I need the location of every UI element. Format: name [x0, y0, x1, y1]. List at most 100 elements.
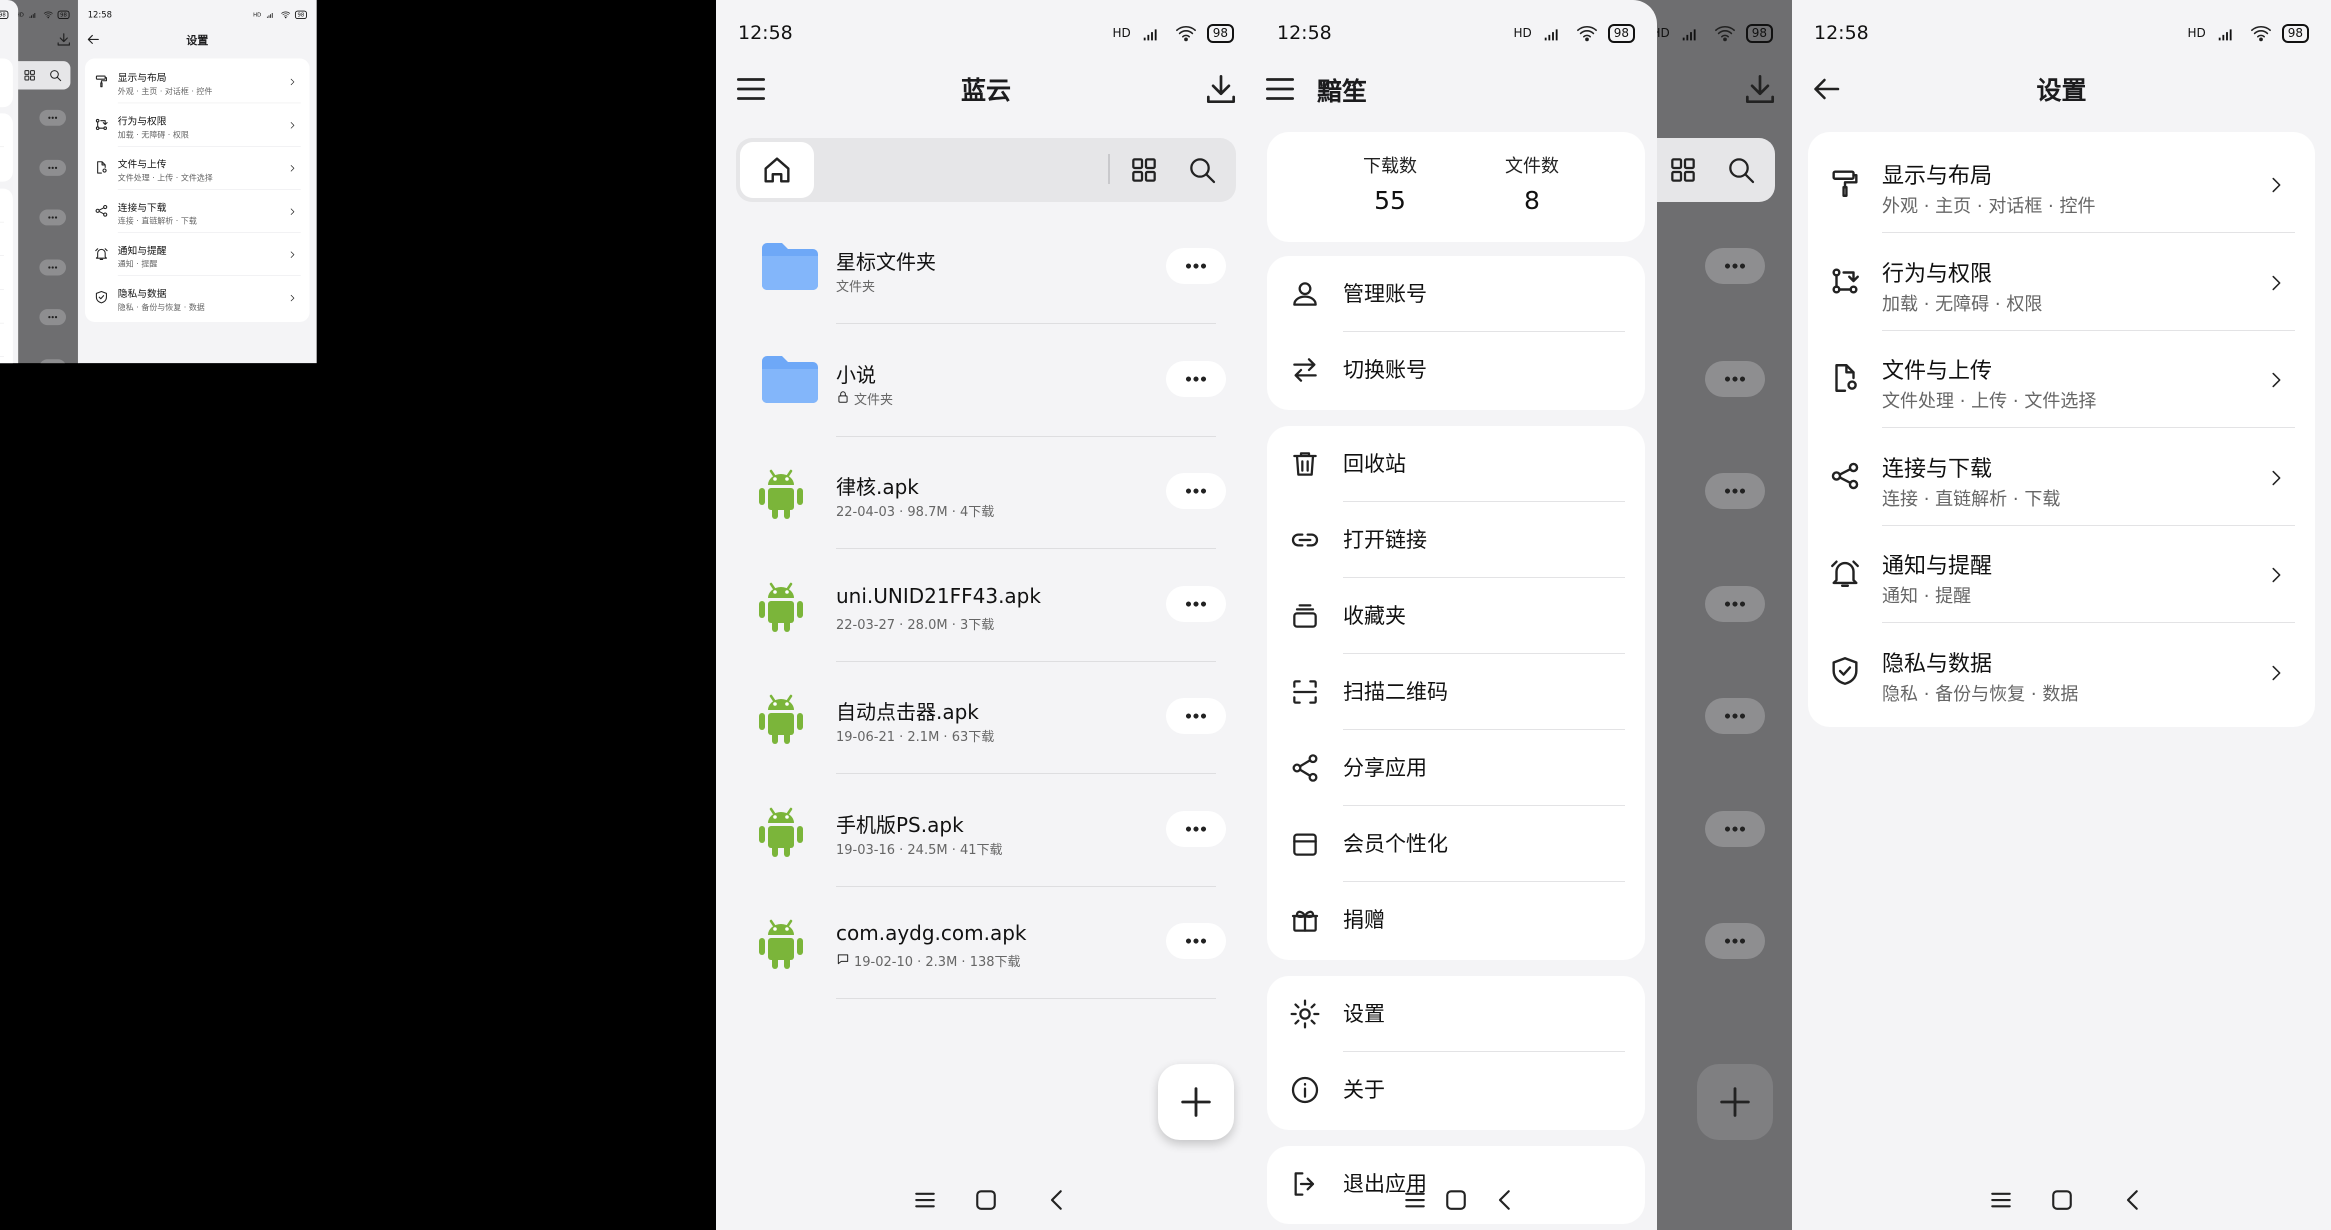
- drawer-item[interactable]: 管理账号: [1267, 256, 1645, 332]
- signal-icon: [1544, 29, 1558, 41]
- system-nav-bar: [1255, 1170, 1657, 1230]
- more-button[interactable]: [1166, 923, 1226, 959]
- grid-icon[interactable]: [1667, 154, 1699, 186]
- drawer-item[interactable]: 打开链接: [1267, 502, 1645, 578]
- battery-level: 98: [1607, 23, 1635, 43]
- settings-row-title: 文件与上传: [1882, 359, 1993, 384]
- android-apk-icon: [759, 582, 803, 632]
- grid-icon[interactable]: [1128, 154, 1160, 186]
- drawer-item[interactable]: 扫描二维码: [1267, 654, 1645, 730]
- file-meta: 19-02-10 · 2.3M · 138下载: [836, 951, 1021, 970]
- nav-menu-icon[interactable]: [1986, 1185, 2016, 1215]
- scan-icon: [1293, 680, 1317, 704]
- file-list-item[interactable]: 律核.apk 22-04-03 · 98.7M · 4下载: [746, 437, 1226, 549]
- nav-menu-icon[interactable]: [1400, 1185, 1430, 1215]
- drawer-item[interactable]: 捐赠: [1267, 882, 1645, 958]
- signal-icon: [1143, 29, 1157, 41]
- drawer-item[interactable]: 分享应用: [1267, 730, 1645, 806]
- android-apk-icon: [759, 919, 803, 969]
- more-button[interactable]: [1166, 360, 1226, 397]
- settings-row[interactable]: 文件与上传文件处理 · 上传 · 文件选择: [1808, 331, 2315, 428]
- nav-back-icon[interactable]: [1042, 1185, 1072, 1215]
- drawer-item[interactable]: 关于: [1267, 1052, 1645, 1128]
- more-button[interactable]: [1705, 585, 1765, 622]
- drawer-item[interactable]: 切换账号: [1267, 332, 1645, 408]
- stats-card: 下载数 55 文件数 8: [1267, 132, 1645, 242]
- settings-row[interactable]: 通知与提醒 通知 · 提醒: [1808, 526, 2315, 623]
- status-icons: HD 98: [2187, 22, 2309, 44]
- drawer-item[interactable]: 会员个性化: [1267, 806, 1645, 882]
- stat-label: 下载数: [1363, 156, 1417, 177]
- nav-back-icon[interactable]: [2118, 1185, 2148, 1215]
- collection-icon: [1293, 604, 1317, 628]
- file-gear-icon: [1835, 364, 1857, 392]
- more-button[interactable]: [1166, 698, 1226, 734]
- more-icon: [1724, 938, 1746, 944]
- more-button[interactable]: [1166, 585, 1226, 622]
- home-button[interactable]: [740, 142, 814, 198]
- nav-menu-icon[interactable]: [910, 1185, 940, 1215]
- file-list-item[interactable]: uni.UNID21FF43.apk 22-03-27 · 28.0M · 3下载: [746, 550, 1226, 662]
- nav-home-icon[interactable]: [971, 1185, 1001, 1215]
- file-list-item[interactable]: 手机版PS.apk 19-03-16 · 24.5M · 41下载: [746, 775, 1226, 887]
- download-icon[interactable]: [1741, 70, 1779, 108]
- drawer-item[interactable]: 设置: [1267, 976, 1645, 1052]
- more-button[interactable]: [1705, 810, 1765, 847]
- app-top-bar: 蓝云: [716, 60, 1256, 118]
- settings-row[interactable]: 连接与下载 连接 · 直链解析 · 下载: [1808, 429, 2315, 526]
- more-button[interactable]: [1166, 810, 1226, 847]
- nav-home-icon[interactable]: [1441, 1185, 1471, 1215]
- search-icon[interactable]: [1186, 154, 1218, 186]
- file-list-item[interactable]: 小说 文件夹: [746, 325, 1226, 437]
- more-button[interactable]: [1166, 248, 1226, 284]
- more-button[interactable]: [1705, 360, 1765, 397]
- person-icon: [1293, 282, 1317, 306]
- settings-card: 显示与布局 外观 · 主页 · 对话框 · 控件 行为与权限 加载 · 无障碍 · 权…: [1808, 132, 2315, 727]
- file-list-item[interactable]: com.aydg.com.apk 19-02-10 · 2.3M · 138下载: [746, 887, 1226, 999]
- more-icon: [1185, 375, 1207, 382]
- settings-row[interactable]: 行为与权限 加载 · 无障碍 · 权限: [1808, 234, 2315, 331]
- more-button[interactable]: [1705, 698, 1765, 734]
- settings-row-title: 显示与布局: [1882, 164, 1993, 189]
- drawer-item-label: 切换账号: [1343, 358, 1427, 382]
- more-icon: [1724, 713, 1746, 719]
- nav-back-icon[interactable]: [1490, 1185, 1520, 1215]
- drawer-item-label: 捐赠: [1343, 908, 1385, 932]
- file-meta: 文件夹: [836, 280, 876, 295]
- more-button[interactable]: [1166, 473, 1226, 509]
- drawer-item[interactable]: 回收站: [1267, 426, 1645, 502]
- add-fab-button[interactable]: [1158, 1064, 1234, 1140]
- drawer-item[interactable]: 收藏夹: [1267, 578, 1645, 654]
- file-meta: 22-04-03 · 98.7M · 4下载: [836, 505, 995, 520]
- drawer-item-label: 分享应用: [1343, 756, 1427, 780]
- app-title: 蓝云: [960, 76, 1011, 105]
- stat-value: 8: [1524, 186, 1540, 215]
- wallet-icon: [1293, 833, 1317, 856]
- add-fab-button[interactable]: [1697, 1064, 1773, 1140]
- more-button[interactable]: [1705, 473, 1765, 509]
- drawer-top-bar: 黯笙: [1255, 60, 1657, 118]
- drawer-group-0: 管理账号切换账号: [1267, 256, 1645, 410]
- menu-icon[interactable]: [1261, 70, 1299, 108]
- trash-icon: [1293, 452, 1317, 476]
- search-icon[interactable]: [1725, 154, 1757, 186]
- more-icon: [1724, 263, 1746, 269]
- file-list-item[interactable]: 星标文件夹 文件夹: [746, 212, 1226, 324]
- battery-level: 98: [1745, 23, 1773, 43]
- wifi-icon: [1714, 26, 1735, 42]
- signal-icon: [2218, 29, 2232, 41]
- page-title: 设置: [2036, 76, 2087, 105]
- info-icon: [1291, 1076, 1319, 1104]
- search-bar[interactable]: [736, 138, 1236, 202]
- settings-row-subtitle: 文件处理 · 上传 · 文件选择: [1882, 391, 2097, 412]
- settings-row-title: 隐私与数据: [1882, 651, 1993, 677]
- home-panel: 12:58 HD 98 蓝云 星标文件夹 文件夹 小说 文件夹 律核.apk 22-04-03 ·…: [716, 0, 1256, 1230]
- file-list-item[interactable]: 自动点击器.apk 19-06-21 · 2.1M · 63下载: [746, 662, 1226, 774]
- nav-home-icon[interactable]: [2047, 1185, 2077, 1215]
- more-button[interactable]: [1705, 248, 1765, 284]
- more-button[interactable]: [1705, 923, 1765, 959]
- file-meta: 19-06-21 · 2.1M · 63下载: [836, 730, 995, 745]
- download-icon[interactable]: [1202, 70, 1240, 108]
- settings-row[interactable]: 隐私与数据 隐私 · 备份与恢复 · 数据: [1808, 624, 2315, 721]
- settings-row[interactable]: 显示与布局 外观 · 主页 · 对话框 · 控件: [1808, 136, 2315, 233]
